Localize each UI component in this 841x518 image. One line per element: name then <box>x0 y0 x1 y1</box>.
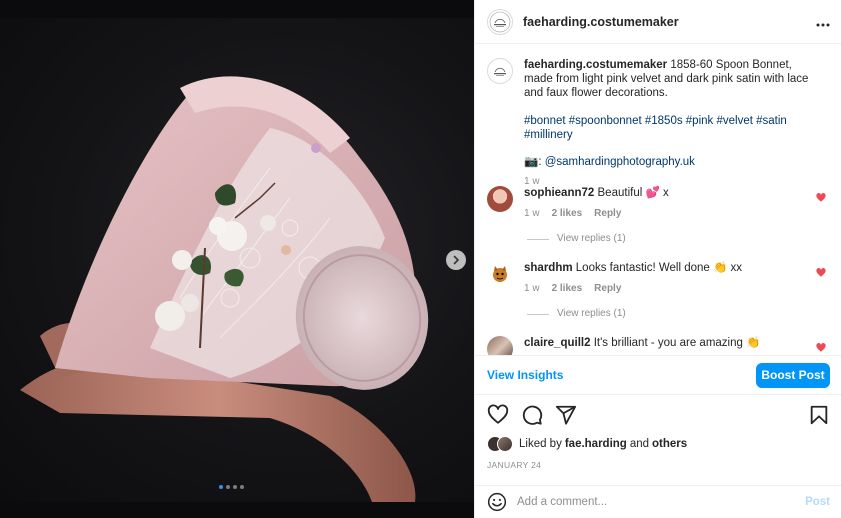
credit-handle-link[interactable]: @samhardingphotography.uk <box>545 156 695 168</box>
more-horizontal-icon <box>816 23 830 26</box>
post-header: faeharding.costumemaker <box>475 0 841 44</box>
post-sidebar: faeharding.costumemaker faeharding.costu… <box>474 0 841 518</box>
comment-likes-count[interactable]: 2 likes <box>552 282 583 296</box>
heart-filled-icon[interactable] <box>816 268 826 278</box>
post-comment-button[interactable]: Post <box>805 496 830 508</box>
boost-post-button[interactable]: Boost Post <box>756 362 830 388</box>
liked-by-prefix: Liked by <box>519 438 562 450</box>
post-actions <box>475 402 841 428</box>
comment-text: Looks fantastic! Well done 👏 xx <box>575 262 743 274</box>
bonnet-illustration <box>20 76 429 502</box>
replies-divider <box>527 313 549 315</box>
comment-text: It's brilliant - you are amazing 👏 <box>593 337 761 349</box>
comment-username[interactable]: claire_quill2 <box>524 337 590 349</box>
view-replies-button[interactable]: View replies (1) <box>527 307 626 321</box>
view-replies-label: View replies (1) <box>557 233 626 244</box>
comment-text: Beautiful 💕 x <box>597 187 669 199</box>
carousel-dot <box>219 485 223 489</box>
view-insights-link[interactable]: View Insights <box>487 368 563 382</box>
post-media <box>0 0 474 518</box>
photo-credit: 📷: @samhardingphotography.uk <box>524 155 814 169</box>
carousel-indicator <box>219 485 244 489</box>
comments-list[interactable]: faeharding.costumemaker 1858-60 Spoon Bo… <box>475 45 841 355</box>
author-username[interactable]: faeharding.costumemaker <box>523 15 679 29</box>
share-icon[interactable] <box>555 404 577 426</box>
commenter-avatar[interactable] <box>487 336 513 355</box>
add-comment-bar: Post <box>475 485 841 518</box>
post-date[interactable]: JANUARY 24 <box>487 460 541 470</box>
emoji-icon[interactable] <box>487 492 507 512</box>
caption-hashtags[interactable]: #bonnet #spoonbonnet #1850s #pink #velve… <box>524 114 814 142</box>
carousel-next-button[interactable] <box>446 250 466 270</box>
liked-by-others[interactable]: others <box>652 438 687 450</box>
comment-timestamp[interactable]: 1 w <box>524 282 540 296</box>
bonnet-photo[interactable] <box>0 18 474 502</box>
more-options-button[interactable] <box>816 14 830 30</box>
heart-filled-icon[interactable] <box>816 193 826 203</box>
comment-likes-count[interactable]: 2 likes <box>552 207 583 221</box>
comment-body: sophieann72 Beautiful 💕 x 1 w 2 likes Re… <box>524 186 814 221</box>
brand-logo-icon <box>494 67 506 76</box>
liked-by-middle: and <box>629 438 650 450</box>
caption-avatar[interactable] <box>487 58 513 84</box>
comment-text-block: sophieann72 Beautiful 💕 x <box>524 186 814 200</box>
comment-item: sophieann72 Beautiful 💕 x 1 w 2 likes Re… <box>487 186 830 221</box>
insights-bar: View Insights Boost Post <box>475 355 841 395</box>
carousel-dot <box>240 485 244 489</box>
comment-item: claire_quill2 It's brilliant - you are a… <box>487 336 830 355</box>
comment-username[interactable]: sophieann72 <box>524 187 594 199</box>
comment-timestamp[interactable]: 1 w <box>524 207 540 221</box>
comment-text-block: shardhm Looks fantastic! Well done 👏 xx <box>524 261 814 275</box>
author-avatar[interactable] <box>487 8 513 35</box>
caption-username[interactable]: faeharding.costumemaker <box>524 59 667 71</box>
commenter-avatar[interactable] <box>487 186 513 212</box>
comment-text-block: claire_quill2 It's brilliant - you are a… <box>524 336 814 350</box>
save-bookmark-icon[interactable] <box>808 404 830 426</box>
like-heart-icon[interactable] <box>487 404 509 426</box>
carousel-dot <box>226 485 230 489</box>
comment-item: shardhm Looks fantastic! Well done 👏 xx … <box>487 261 830 296</box>
heart-filled-icon[interactable] <box>816 343 826 353</box>
comment-icon[interactable] <box>521 404 543 426</box>
liked-by-user[interactable]: fae.harding <box>565 438 627 450</box>
comment-meta: 1 w 2 likes Reply <box>524 282 814 296</box>
comment-body: claire_quill2 It's brilliant - you are a… <box>524 336 814 355</box>
carousel-dot <box>233 485 237 489</box>
liker-avatar <box>497 436 513 452</box>
chevron-right-icon <box>453 255 460 265</box>
comment-body: shardhm Looks fantastic! Well done 👏 xx … <box>524 261 814 296</box>
brand-logo-icon <box>489 11 511 32</box>
reply-button[interactable]: Reply <box>594 207 621 221</box>
comment-meta: 1 w 2 likes Reply <box>524 207 814 221</box>
comment-username[interactable]: shardhm <box>524 262 573 274</box>
cartoon-cat-avatar-icon <box>493 266 507 282</box>
caption: faeharding.costumemaker 1858-60 Spoon Bo… <box>487 58 830 189</box>
liked-by: Liked by fae.harding and others <box>487 436 687 452</box>
view-replies-button[interactable]: View replies (1) <box>527 232 626 246</box>
camera-emoji: 📷: <box>524 156 545 168</box>
liker-avatars[interactable] <box>487 436 513 452</box>
reply-button[interactable]: Reply <box>594 282 621 296</box>
view-replies-label: View replies (1) <box>557 308 626 319</box>
comment-input[interactable] <box>517 496 777 508</box>
caption-body: faeharding.costumemaker 1858-60 Spoon Bo… <box>524 58 814 189</box>
replies-divider <box>527 238 549 240</box>
caption-text-block: faeharding.costumemaker 1858-60 Spoon Bo… <box>524 58 814 100</box>
commenter-avatar[interactable] <box>487 261 513 287</box>
